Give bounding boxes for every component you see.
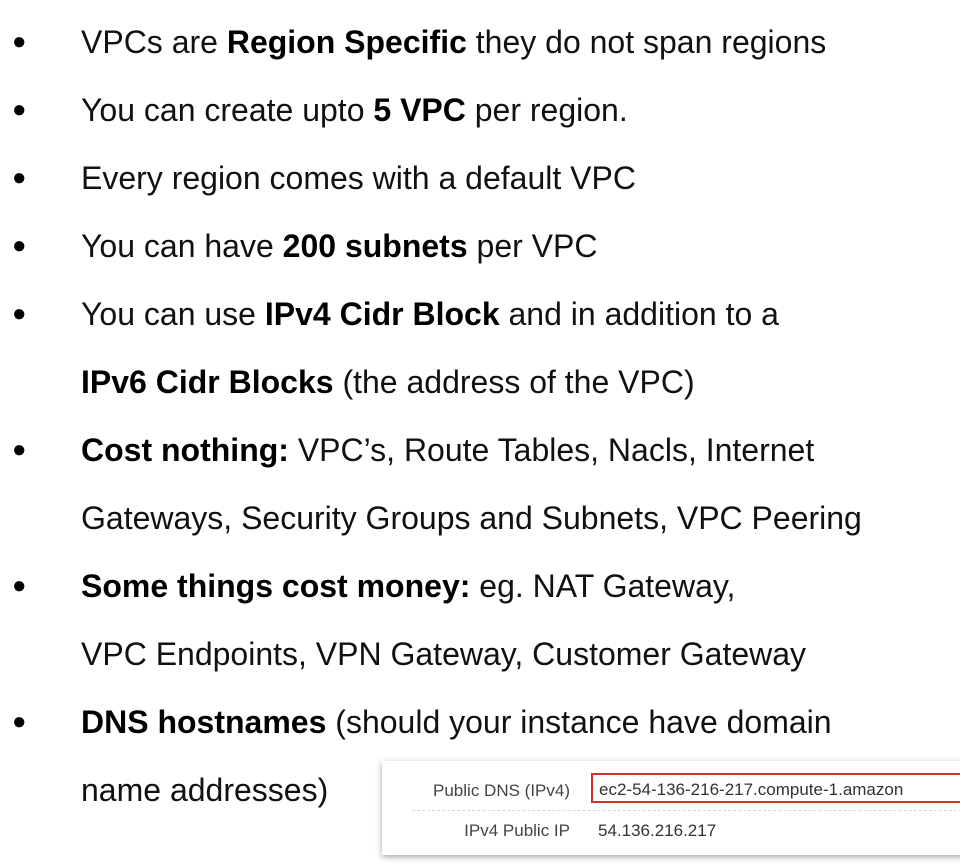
bullet-item: ● Some things cost money: eg. NAT Gateway… bbox=[0, 552, 960, 688]
bold-text: IPv4 Cidr Block bbox=[264, 296, 500, 332]
dns-screenshot-panel: Public DNS (IPv4) ec2-54-136-216-217.com… bbox=[382, 761, 960, 855]
text-segment: Every region comes with a default VPC bbox=[81, 160, 636, 196]
bold-text: IPv6 Cidr Blocks bbox=[81, 364, 334, 400]
public-ip-row: IPv4 Public IP 54.136.216.217 bbox=[382, 813, 960, 849]
bullet-line: VPC Endpoints, VPN Gateway, Customer Gat… bbox=[81, 620, 960, 688]
bullet-dot-icon: ● bbox=[12, 572, 27, 599]
bullet-item: ● Every region comes with a default VPC bbox=[0, 144, 960, 212]
text-segment: name addresses) bbox=[81, 772, 329, 808]
bullet-item: ● Cost nothing: VPC’s, Route Tables, Nacl… bbox=[0, 416, 960, 552]
bullet-item: ● You can use IPv4 Cidr Block and in addi… bbox=[0, 280, 960, 416]
public-ip-value: 54.136.216.217 bbox=[598, 821, 717, 840]
row-divider bbox=[412, 810, 960, 811]
bullet-line: VPCs are Region Specific they do not spa… bbox=[81, 8, 960, 76]
bold-text: DNS hostnames bbox=[81, 704, 327, 740]
slide: ● VPCs are Region Specific they do not sp… bbox=[0, 0, 960, 866]
bold-text: Region Specific bbox=[226, 24, 467, 60]
text-segment: per VPC bbox=[467, 228, 598, 264]
bullet-line: IPv6 Cidr Blocks (the address of the VPC… bbox=[81, 348, 960, 416]
public-dns-row: Public DNS (IPv4) ec2-54-136-216-217.com… bbox=[382, 773, 960, 809]
bullet-item: ● You can have 200 subnets per VPC bbox=[0, 212, 960, 280]
text-segment: You can create upto bbox=[81, 92, 374, 128]
text-segment: (the address of the VPC) bbox=[333, 364, 695, 400]
bullet-line: Cost nothing: VPC’s, Route Tables, Nacls… bbox=[81, 416, 960, 484]
public-dns-label: Public DNS (IPv4) bbox=[433, 781, 570, 800]
public-dns-value: ec2-54-136-216-217.compute-1.amazon bbox=[591, 773, 960, 803]
bullet-dot-icon: ● bbox=[12, 436, 27, 463]
text-segment: You can have bbox=[81, 228, 283, 264]
bullet-dot-icon: ● bbox=[12, 96, 27, 123]
text-segment: they do not span regions bbox=[466, 24, 827, 60]
text-segment: VPCs are bbox=[81, 24, 227, 60]
bullet-line: Gateways, Security Groups and Subnets, V… bbox=[81, 484, 960, 552]
text-segment: (should your instance have domain bbox=[326, 704, 832, 740]
bullet-dot-icon: ● bbox=[12, 232, 27, 259]
bullet-dot-icon: ● bbox=[12, 708, 27, 735]
bullet-line: Every region comes with a default VPC bbox=[81, 144, 960, 212]
bullet-dot-icon: ● bbox=[12, 28, 27, 55]
public-ip-label: IPv4 Public IP bbox=[464, 821, 570, 840]
bullet-line: You can use IPv4 Cidr Block and in addit… bbox=[81, 280, 960, 348]
bullet-dot-icon: ● bbox=[12, 300, 27, 327]
text-segment: and in addition to a bbox=[499, 296, 779, 332]
text-segment: VPC’s, Route Tables, Nacls, Internet bbox=[288, 432, 815, 468]
bullet-item: ● You can create upto 5 VPC per region. bbox=[0, 76, 960, 144]
text-segment: You can use bbox=[81, 296, 265, 332]
bullet-list: ● VPCs are Region Specific they do not sp… bbox=[0, 8, 960, 824]
bold-text: Some things cost money: bbox=[81, 568, 471, 604]
bold-text: 200 subnets bbox=[282, 228, 468, 264]
text-segment: eg. NAT Gateway, bbox=[470, 568, 736, 604]
bold-text: 5 VPC bbox=[373, 92, 466, 128]
bold-text: Cost nothing: bbox=[81, 432, 289, 468]
bullet-line: Some things cost money: eg. NAT Gateway, bbox=[81, 552, 960, 620]
bullet-dot-icon: ● bbox=[12, 164, 27, 191]
text-segment: Gateways, Security Groups and Subnets, V… bbox=[81, 500, 862, 536]
text-segment: VPC Endpoints, VPN Gateway, Customer Gat… bbox=[81, 636, 807, 672]
bullet-line: You can have 200 subnets per VPC bbox=[81, 212, 960, 280]
bullet-item: ● VPCs are Region Specific they do not sp… bbox=[0, 8, 960, 76]
bullet-line: DNS hostnames (should your instance have… bbox=[81, 688, 960, 756]
text-segment: per region. bbox=[465, 92, 628, 128]
bullet-line: You can create upto 5 VPC per region. bbox=[81, 76, 960, 144]
